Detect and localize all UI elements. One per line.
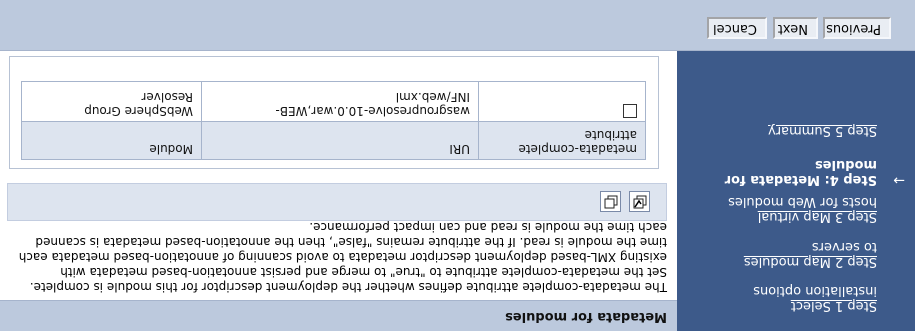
table-row: wasgroupresolve-10.0.war,WEB-INF/web.xml… xyxy=(21,81,646,122)
step-1-label: Step 1 Select xyxy=(790,298,877,313)
metadata-table: metadata-complete attribute URI Module w… xyxy=(21,81,646,160)
current-step-arrow-icon: → xyxy=(893,172,905,188)
install-wizard-frame: Step 1 Select installation options Step … xyxy=(0,0,915,331)
metadata-table-container: metadata-complete attribute URI Module w… xyxy=(9,56,659,169)
step-5-link[interactable]: Step 5 Summary xyxy=(768,123,877,138)
step-2-link[interactable]: Step 2 Map modules to servers xyxy=(744,239,877,269)
cancel-button[interactable]: Cancel xyxy=(707,17,767,39)
next-button[interactable]: Next xyxy=(773,17,818,39)
module-cell: WebSphere Group Resolver xyxy=(21,81,202,122)
step-4-label: Step 4: Metadata for xyxy=(724,172,877,187)
previous-button[interactable]: Previous xyxy=(823,17,891,39)
step-3-label: Step 3 Map virtual xyxy=(757,209,877,224)
column-header-metadata-complete-sublabel: attribute xyxy=(584,128,637,142)
step-3-sublabel: hosts for Web modules xyxy=(728,194,877,209)
wizard-steps-nav: Step 1 Select installation options Step … xyxy=(677,51,915,331)
metadata-complete-checkbox[interactable] xyxy=(623,104,637,118)
table-header-row: metadata-complete attribute URI Module xyxy=(21,121,646,160)
deselect-all-icon[interactable] xyxy=(600,191,621,212)
column-header-metadata-complete-label: metadata-complete xyxy=(518,142,637,156)
step-2-sublabel: to servers xyxy=(811,239,877,254)
wizard-footer: Previous Next Cancel xyxy=(0,0,915,51)
step-4-current: Step 4: Metadata for modules xyxy=(725,157,877,187)
step-4-sublabel: modules xyxy=(814,157,877,172)
step-1-sublabel: installation options xyxy=(753,283,877,298)
column-header-module: Module xyxy=(21,121,202,160)
main-content: Metadata for modules The metadata-comple… xyxy=(0,51,677,331)
select-all-icon[interactable] xyxy=(629,191,650,212)
uri-cell: wasgroupresolve-10.0.war,WEB-INF/web.xml xyxy=(201,81,479,122)
step-1-link[interactable]: Step 1 Select installation options xyxy=(753,283,877,313)
page-title-bar: Metadata for modules xyxy=(0,300,677,331)
step-3-link[interactable]: Step 3 Map virtual hosts for Web modules xyxy=(728,194,877,224)
page-title: Metadata for modules xyxy=(505,309,667,324)
step-2-label: Step 2 Map modules xyxy=(743,254,877,269)
page-description: The metadata-complete attribute defines … xyxy=(18,220,667,294)
column-header-uri: URI xyxy=(201,121,479,160)
table-toolbar xyxy=(7,183,667,221)
step-5-label: Step 5 Summary xyxy=(768,123,877,138)
metadata-complete-cell xyxy=(478,81,646,122)
column-header-metadata-complete: metadata-complete attribute xyxy=(478,121,646,160)
